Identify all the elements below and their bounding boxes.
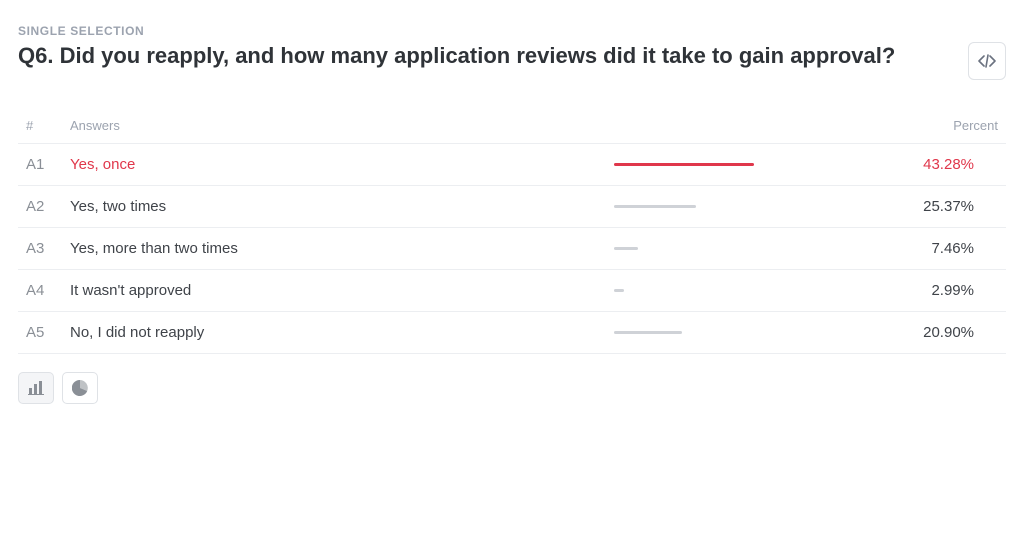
answer-text: It wasn't approved (62, 270, 606, 312)
answer-index: A2 (18, 186, 62, 228)
answer-text: No, I did not reapply (62, 312, 606, 354)
bar-chart-toggle[interactable] (18, 372, 54, 404)
answer-row[interactable]: A5No, I did not reapply 20.90% (18, 312, 1006, 354)
title-row: Q6. Did you reapply, and how many applic… (18, 42, 1006, 80)
answer-text: Yes, once (62, 144, 606, 186)
answers-table: # Answers Percent A1Yes, once43.28%A2Yes… (18, 108, 1006, 354)
question-card: SINGLE SELECTION Q6. Did you reapply, an… (0, 0, 1024, 422)
chart-type-toggles (18, 372, 1006, 404)
answer-percent: 7.46% (866, 228, 1006, 270)
table-header-row: # Answers Percent (18, 108, 1006, 144)
answer-bar-cell (606, 270, 866, 312)
bar-track (614, 331, 814, 334)
answer-row[interactable]: A4It wasn't approved 2.99% (18, 270, 1006, 312)
answer-row[interactable]: A1Yes, once 43.28% (18, 144, 1006, 186)
col-header-bar (606, 108, 866, 144)
answer-percent: 20.90% (866, 312, 1006, 354)
col-header-index: # (18, 108, 62, 144)
bar-chart-icon (28, 381, 44, 395)
bar-fill (614, 163, 754, 166)
answer-index: A4 (18, 270, 62, 312)
answer-index: A3 (18, 228, 62, 270)
answer-percent: 25.37% (866, 186, 1006, 228)
pie-chart-icon (72, 380, 88, 396)
bar-fill (614, 205, 696, 208)
bar-fill (614, 289, 624, 292)
answer-bar-cell (606, 186, 866, 228)
answer-percent: 43.28% (866, 144, 1006, 186)
bar-track (614, 289, 814, 292)
bar-track (614, 163, 814, 166)
answer-index: A5 (18, 312, 62, 354)
code-icon (978, 54, 996, 68)
bar-track (614, 247, 814, 250)
bar-fill (614, 247, 638, 250)
bar-track (614, 205, 814, 208)
col-header-percent: Percent (866, 108, 1006, 144)
question-type-label: SINGLE SELECTION (18, 24, 1006, 38)
answer-bar-cell (606, 312, 866, 354)
answer-text: Yes, more than two times (62, 228, 606, 270)
pie-chart-toggle[interactable] (62, 372, 98, 404)
col-header-answers: Answers (62, 108, 606, 144)
embed-button[interactable] (968, 42, 1006, 80)
answer-bar-cell (606, 144, 866, 186)
answer-percent: 2.99% (866, 270, 1006, 312)
answer-bar-cell (606, 228, 866, 270)
answer-row[interactable]: A3Yes, more than two times 7.46% (18, 228, 1006, 270)
question-title: Q6. Did you reapply, and how many applic… (18, 42, 895, 71)
answer-index: A1 (18, 144, 62, 186)
bar-fill (614, 331, 682, 334)
answer-row[interactable]: A2Yes, two times 25.37% (18, 186, 1006, 228)
answer-text: Yes, two times (62, 186, 606, 228)
